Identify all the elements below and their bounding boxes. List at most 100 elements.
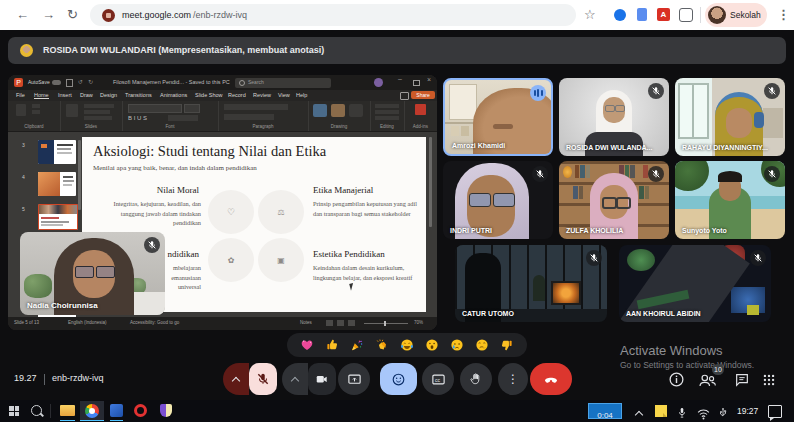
mic-mute-button[interactable]: [249, 363, 277, 395]
action-center-icon[interactable]: [768, 405, 782, 418]
zoom-slider[interactable]: [364, 323, 408, 324]
ppt-menu-review[interactable]: Review: [253, 92, 271, 98]
font-name-box[interactable]: [128, 104, 182, 113]
section-button[interactable]: [84, 116, 112, 120]
thumb-scrollbar[interactable]: [78, 140, 81, 210]
reaction-surprised[interactable]: [425, 338, 439, 352]
close-icon[interactable]: ×: [427, 76, 431, 83]
ppt-menu-record[interactable]: Record: [228, 92, 246, 98]
extension-icon-docs[interactable]: [637, 8, 647, 21]
reaction-crying[interactable]: [450, 338, 464, 352]
redo-icon[interactable]: ↻: [88, 78, 93, 85]
slide-thumbnail[interactable]: [38, 172, 76, 196]
browser-menu-icon[interactable]: ⋮: [777, 0, 790, 30]
slide-thumbnail[interactable]: [38, 140, 76, 164]
reaction-sparkling-heart[interactable]: [300, 338, 314, 352]
extension-icon-pdf[interactable]: A: [657, 8, 670, 21]
slide-thumbnail-current[interactable]: [38, 204, 78, 230]
comment-icon[interactable]: [400, 92, 409, 100]
opera-icon[interactable]: [134, 404, 147, 417]
captions-button[interactable]: cc: [422, 363, 454, 395]
tray-expand-icon[interactable]: [635, 411, 643, 419]
ppt-share-button[interactable]: Share: [411, 91, 435, 99]
camera-button[interactable]: [308, 363, 336, 395]
ppt-menu-transitions[interactable]: Transitions: [125, 92, 152, 98]
ppt-menu-view[interactable]: View: [278, 92, 290, 98]
extension-icon-blue[interactable]: [614, 9, 626, 21]
participant-tile[interactable]: RAHAYU DIYANNINGTIY...: [675, 78, 785, 156]
blue-app-icon[interactable]: [110, 404, 123, 417]
reaction-clapping-hands[interactable]: [375, 338, 389, 352]
select-button[interactable]: [375, 116, 399, 120]
shapes-icon[interactable]: [313, 104, 327, 117]
forward-icon[interactable]: →: [42, 0, 55, 30]
profile-chip[interactable]: Sekolah: [705, 3, 767, 27]
self-view-tile[interactable]: Nadia Choirunnisa: [20, 232, 165, 315]
align-buttons[interactable]: [224, 114, 274, 120]
meeting-details-button[interactable]: [668, 371, 685, 388]
ppt-menu-file[interactable]: File: [16, 92, 25, 98]
reactions-button[interactable]: [380, 363, 417, 395]
participant-tile[interactable]: ZULFA KHOLILIA: [559, 161, 669, 239]
participant-tile[interactable]: ROSIDA DWI WULANDA...: [559, 78, 669, 156]
new-slide-icon[interactable]: [66, 104, 78, 117]
recorder-timer[interactable]: 0:04: [588, 403, 622, 419]
replace-button[interactable]: [375, 110, 399, 114]
usb-icon[interactable]: [718, 405, 728, 417]
shield-app-icon[interactable]: [160, 404, 172, 417]
end-call-button[interactable]: [530, 363, 572, 395]
font-size-box[interactable]: [184, 104, 200, 113]
camera-options-button[interactable]: [282, 363, 308, 395]
view-sorter-icon[interactable]: [337, 320, 344, 326]
participant-tile[interactable]: Sunyoto Yoto: [675, 161, 785, 239]
tray-mic-icon[interactable]: [677, 405, 687, 417]
add-ins-icon[interactable]: [415, 104, 426, 115]
wifi-icon[interactable]: [697, 406, 710, 417]
save-icon[interactable]: [66, 79, 73, 87]
participant-tile[interactable]: AAN KHOIRUL ABIDIN: [619, 245, 771, 322]
ppt-menu-slideshow[interactable]: Slide Show: [195, 92, 223, 98]
layout-button[interactable]: [84, 104, 114, 108]
copy-icon[interactable]: [32, 110, 40, 114]
file-explorer-icon[interactable]: [60, 405, 75, 416]
ppt-search-box[interactable]: Search: [235, 78, 331, 88]
find-button[interactable]: [375, 104, 399, 108]
accessibility-status[interactable]: Accessibility: Good to go: [130, 320, 179, 325]
ppt-menu-home[interactable]: Home: [34, 92, 49, 99]
maximize-icon[interactable]: [413, 80, 420, 87]
participant-tile[interactable]: CATUR UTOMO: [455, 245, 607, 322]
arrange-icon[interactable]: [331, 104, 345, 117]
zoom-slider-knob[interactable]: [384, 321, 386, 326]
ppt-menu-insert[interactable]: Insert: [58, 92, 72, 98]
reaction-party-popper[interactable]: [350, 338, 364, 352]
undo-icon[interactable]: ↺: [78, 78, 83, 85]
taskbar-clock[interactable]: 19:27: [737, 406, 758, 416]
chat-button[interactable]: [734, 372, 750, 388]
cut-icon[interactable]: [32, 104, 40, 108]
sticky-notes-icon[interactable]: [655, 405, 667, 417]
notes-button[interactable]: Notes: [300, 320, 312, 325]
autosave-toggle[interactable]: [52, 80, 61, 85]
font-color-buttons[interactable]: [168, 115, 198, 121]
view-slideshow-icon[interactable]: [348, 320, 355, 326]
raise-hand-button[interactable]: [460, 363, 492, 395]
activities-button[interactable]: [762, 373, 776, 387]
back-icon[interactable]: ←: [16, 0, 29, 30]
reaction-thumbs-down[interactable]: [500, 338, 514, 352]
address-bar[interactable]: meet.google.com /enb-rzdw-ivq: [90, 4, 576, 26]
ppt-menu-draw[interactable]: Draw: [80, 92, 93, 98]
view-normal-icon[interactable]: [326, 320, 333, 326]
reaction-joy[interactable]: [400, 338, 414, 352]
start-button[interactable]: [9, 406, 19, 416]
more-options-button[interactable]: ⋮: [498, 363, 528, 395]
list-buttons[interactable]: [224, 104, 288, 110]
present-button[interactable]: [338, 363, 370, 395]
reset-button[interactable]: [84, 110, 110, 114]
participant-tile[interactable]: Amrozi Khamidi: [443, 78, 553, 156]
bold-italic-buttons[interactable]: B I U S: [128, 115, 147, 121]
mic-options-button[interactable]: [223, 363, 249, 395]
bookmark-star-icon[interactable]: ☆: [584, 0, 596, 30]
ppt-menu-design[interactable]: Design: [100, 92, 117, 98]
quick-styles-icon[interactable]: [349, 104, 363, 117]
minimize-icon[interactable]: –: [398, 75, 402, 82]
